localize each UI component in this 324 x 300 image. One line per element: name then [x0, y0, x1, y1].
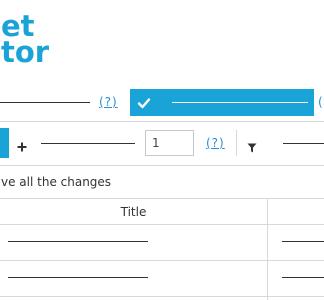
filter-icon[interactable]	[247, 138, 257, 157]
plus-icon[interactable]	[17, 137, 27, 156]
confirm-button[interactable]	[130, 89, 314, 116]
toolbar-separator	[236, 130, 237, 156]
confirm-button-line	[172, 102, 308, 103]
table-row[interactable]	[0, 261, 324, 296]
table-top-border	[0, 198, 324, 199]
help-link-right[interactable]: (	[318, 95, 324, 109]
row-title-line	[8, 241, 148, 242]
toolbar-top-divider	[0, 121, 324, 122]
toolbar-help-link[interactable]: (?)	[206, 136, 225, 150]
row-second-column-line	[282, 241, 324, 242]
table-row[interactable]	[0, 225, 324, 260]
logo-text-bottom: tor	[1, 35, 50, 69]
row-divider	[0, 296, 324, 297]
check-icon	[137, 95, 151, 114]
quantity-input[interactable]: 1	[145, 130, 194, 156]
row-title-line	[8, 277, 148, 278]
logo-line-2: tor	[1, 38, 49, 67]
text-field-line[interactable]	[0, 102, 90, 103]
column-header-title[interactable]: Title	[0, 205, 267, 219]
help-link[interactable]: (?)	[99, 95, 118, 109]
add-field-line[interactable]	[41, 143, 135, 144]
filter-field-line[interactable]	[283, 143, 324, 144]
toolbar-blue-button[interactable]	[0, 128, 9, 158]
toolbar-bottom-divider	[0, 165, 324, 166]
row-second-column-line	[282, 277, 324, 278]
unsaved-changes-message: ve all the changes	[1, 175, 112, 189]
